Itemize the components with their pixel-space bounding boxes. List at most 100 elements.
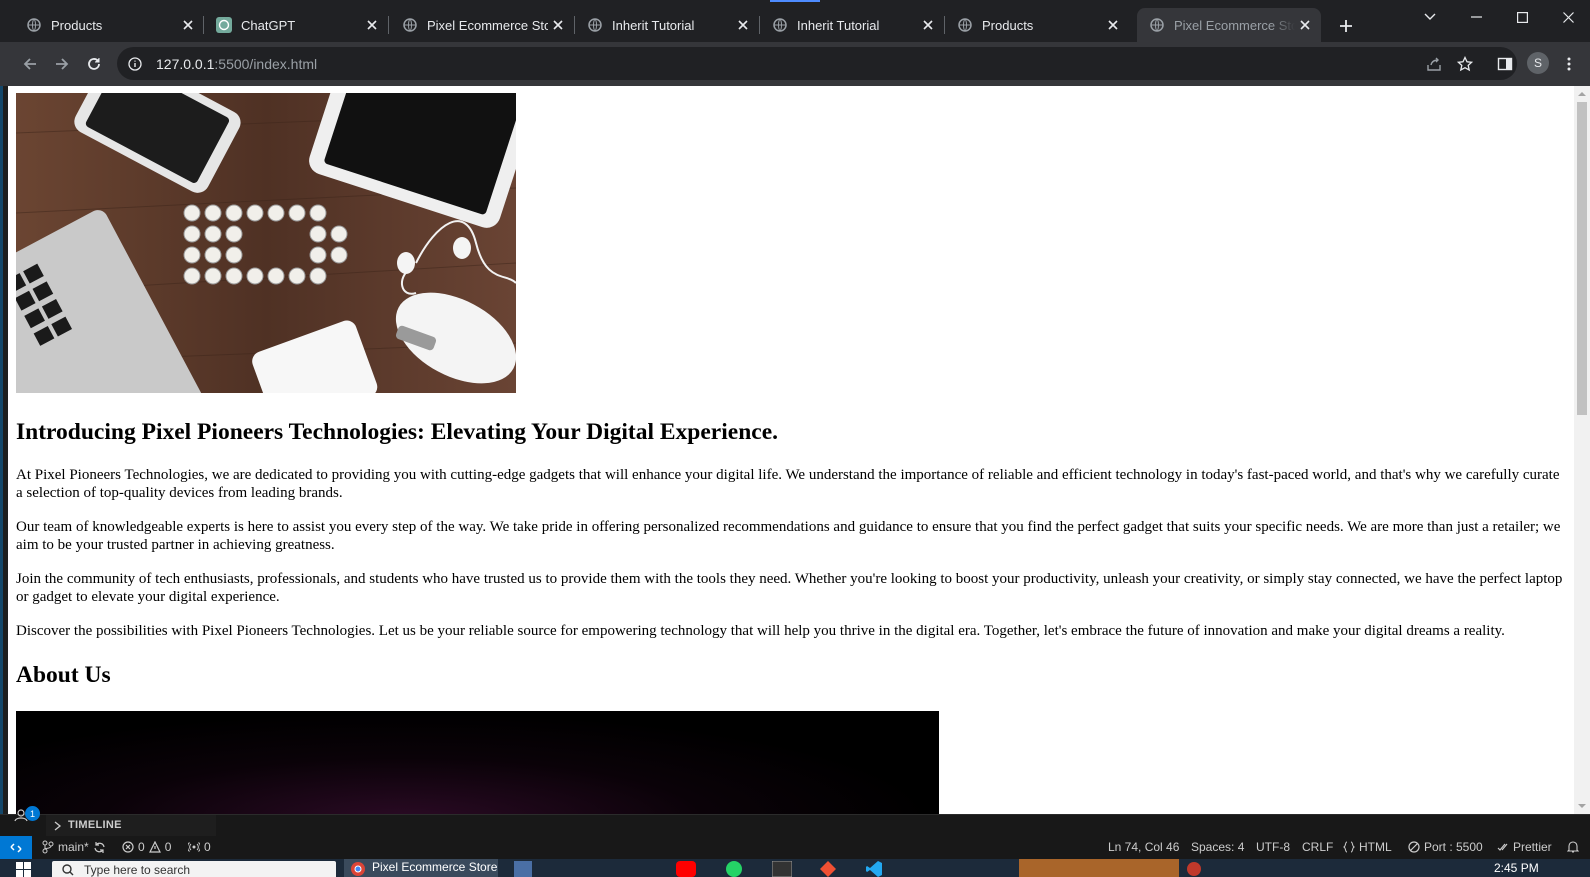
chevron-right-icon[interactable] xyxy=(54,821,62,831)
error-count: 0 xyxy=(138,840,145,854)
notifications-bell-icon[interactable] xyxy=(1567,840,1579,853)
error-icon xyxy=(122,841,134,853)
close-tab-icon[interactable] xyxy=(362,15,382,35)
close-tab-icon[interactable] xyxy=(178,15,198,35)
remote-indicator-icon[interactable] xyxy=(0,836,32,859)
close-tab-icon[interactable] xyxy=(548,15,568,35)
new-tab-button[interactable] xyxy=(1334,14,1358,38)
indentation-status[interactable]: Spaces: 4 xyxy=(1191,840,1244,854)
tab-title: Inherit Tutorial xyxy=(612,17,695,33)
globe-icon xyxy=(957,17,973,33)
editor-side-strip xyxy=(0,86,8,814)
tab-chatgpt[interactable]: ChatGPT xyxy=(204,8,388,42)
sync-icon[interactable] xyxy=(93,841,106,854)
menu-kebab-icon[interactable] xyxy=(1557,52,1581,76)
search-placeholder: Type here to search xyxy=(84,863,191,877)
globe-icon xyxy=(587,17,603,33)
branch-name: main* xyxy=(58,840,89,854)
taskbar-clock[interactable]: 2:45 PM xyxy=(1494,861,1539,875)
forward-arrow-icon[interactable] xyxy=(50,52,74,76)
scrollbar-thumb[interactable] xyxy=(1577,102,1587,415)
timeline-panel[interactable]: TIMELINE xyxy=(0,814,1590,837)
tab-pixel-store-1[interactable]: Pixel Ecommerce Store xyxy=(390,8,574,42)
problems-status[interactable]: 0 0 xyxy=(122,840,171,854)
double-check-icon xyxy=(1497,843,1508,851)
cursor-position[interactable]: Ln 74, Col 46 xyxy=(1108,840,1179,854)
warning-count: 0 xyxy=(164,840,172,854)
windows-start-icon[interactable] xyxy=(16,862,32,877)
intro-paragraph-4: Discover the possibilities with Pixel Pi… xyxy=(16,623,1505,639)
close-tab-icon[interactable] xyxy=(918,15,938,35)
tab-title: Inherit Tutorial xyxy=(797,17,880,33)
terminal-icon[interactable] xyxy=(772,861,792,877)
tab-inherit-1[interactable]: Inherit Tutorial xyxy=(575,8,759,42)
taskbar-chrome-button[interactable]: Pixel Ecommerce Store xyxy=(344,859,498,877)
back-arrow-icon[interactable] xyxy=(18,52,42,76)
language-label: HTML xyxy=(1359,840,1392,854)
warning-icon xyxy=(148,841,161,853)
tab-products-1[interactable]: Products xyxy=(14,8,204,42)
ports-status[interactable]: 0 xyxy=(188,840,211,854)
branch-status[interactable]: main* xyxy=(42,840,106,854)
tab-title: Pixel Ecommerce Store xyxy=(1174,17,1295,33)
eol-status[interactable]: CRLF xyxy=(1302,840,1333,854)
intro-paragraph-2: Our team of knowledgeable experts is her… xyxy=(16,519,1561,553)
git-icon[interactable] xyxy=(820,861,836,877)
photos-icon[interactable] xyxy=(514,861,532,877)
tab-products-2[interactable]: Products xyxy=(945,8,1129,42)
git-branch-icon xyxy=(42,840,54,854)
reload-icon[interactable] xyxy=(82,52,106,76)
page-scrollbar[interactable] xyxy=(1574,86,1590,814)
tab-pixel-store-active[interactable]: Pixel Ecommerce Store xyxy=(1137,8,1321,42)
globe-icon xyxy=(402,17,418,33)
intro-paragraph-1: At Pixel Pioneers Technologies, we are d… xyxy=(16,467,1560,501)
taskbar-search[interactable]: Type here to search xyxy=(52,861,336,877)
maximize-button[interactable] xyxy=(1499,4,1545,30)
chatgpt-icon xyxy=(216,17,232,33)
whatsapp-icon[interactable] xyxy=(726,861,742,877)
tab-strip: Products ChatGPT Pixel Ecommerce Store I… xyxy=(0,0,1590,42)
youtube-icon[interactable] xyxy=(676,861,696,877)
close-tab-icon[interactable] xyxy=(1295,15,1315,35)
live-server-status[interactable]: Port : 5500 xyxy=(1408,840,1483,854)
encoding-status[interactable]: UTF-8 xyxy=(1256,840,1290,854)
language-status[interactable]: HTML xyxy=(1343,840,1392,854)
scroll-up-icon[interactable] xyxy=(1578,90,1586,98)
tab-search-chevron-icon[interactable] xyxy=(1407,4,1453,30)
url-host: 127.0.0.1 xyxy=(156,55,215,72)
broadcast-icon xyxy=(188,842,200,852)
about-heading: About Us xyxy=(16,662,111,688)
scroll-down-icon[interactable] xyxy=(1578,802,1586,810)
browser-toolbar: 127.0.0.1:5500/index.html xyxy=(0,42,1590,86)
side-panel-icon[interactable] xyxy=(1493,52,1517,76)
page-content: Introducing Pixel Pioneers Technologies:… xyxy=(16,93,1568,814)
close-tab-icon[interactable] xyxy=(733,15,753,35)
taskbar-teams-button[interactable] xyxy=(1019,859,1179,877)
about-video[interactable] xyxy=(16,711,939,814)
bookmark-star-icon[interactable] xyxy=(1453,52,1477,76)
close-tab-icon[interactable] xyxy=(1103,15,1123,35)
page-heading: Introducing Pixel Pioneers Technologies:… xyxy=(16,419,779,445)
tab-separator xyxy=(388,16,389,34)
minimize-button[interactable] xyxy=(1453,4,1499,30)
ports-count: 0 xyxy=(204,840,211,854)
search-icon xyxy=(62,864,74,876)
editor-accent-line xyxy=(0,86,3,814)
hero-gadgets-image xyxy=(16,93,516,393)
share-icon[interactable] xyxy=(1422,52,1446,76)
vscode-icon[interactable] xyxy=(866,861,882,877)
app-icon[interactable] xyxy=(1186,861,1202,877)
vscode-status-bar: main* 0 0 0 Ln 74, Col 46 Spaces: 4 UTF-… xyxy=(0,836,1590,859)
site-info-icon[interactable] xyxy=(127,56,143,72)
loading-indicator xyxy=(770,0,820,2)
address-bar[interactable]: 127.0.0.1:5500/index.html xyxy=(117,47,1517,80)
taskbar-chrome-label: Pixel Ecommerce Store xyxy=(372,860,498,874)
chrome-icon xyxy=(351,862,365,876)
url-text[interactable]: 127.0.0.1:5500/index.html xyxy=(156,56,317,72)
close-window-button[interactable] xyxy=(1545,4,1590,30)
port-label: Port : 5500 xyxy=(1424,840,1483,854)
prettier-status[interactable]: Prettier xyxy=(1497,840,1552,854)
tab-inherit-2[interactable]: Inherit Tutorial xyxy=(760,8,944,42)
profile-avatar[interactable]: S xyxy=(1527,52,1549,74)
accounts-badge: 1 xyxy=(25,806,40,821)
